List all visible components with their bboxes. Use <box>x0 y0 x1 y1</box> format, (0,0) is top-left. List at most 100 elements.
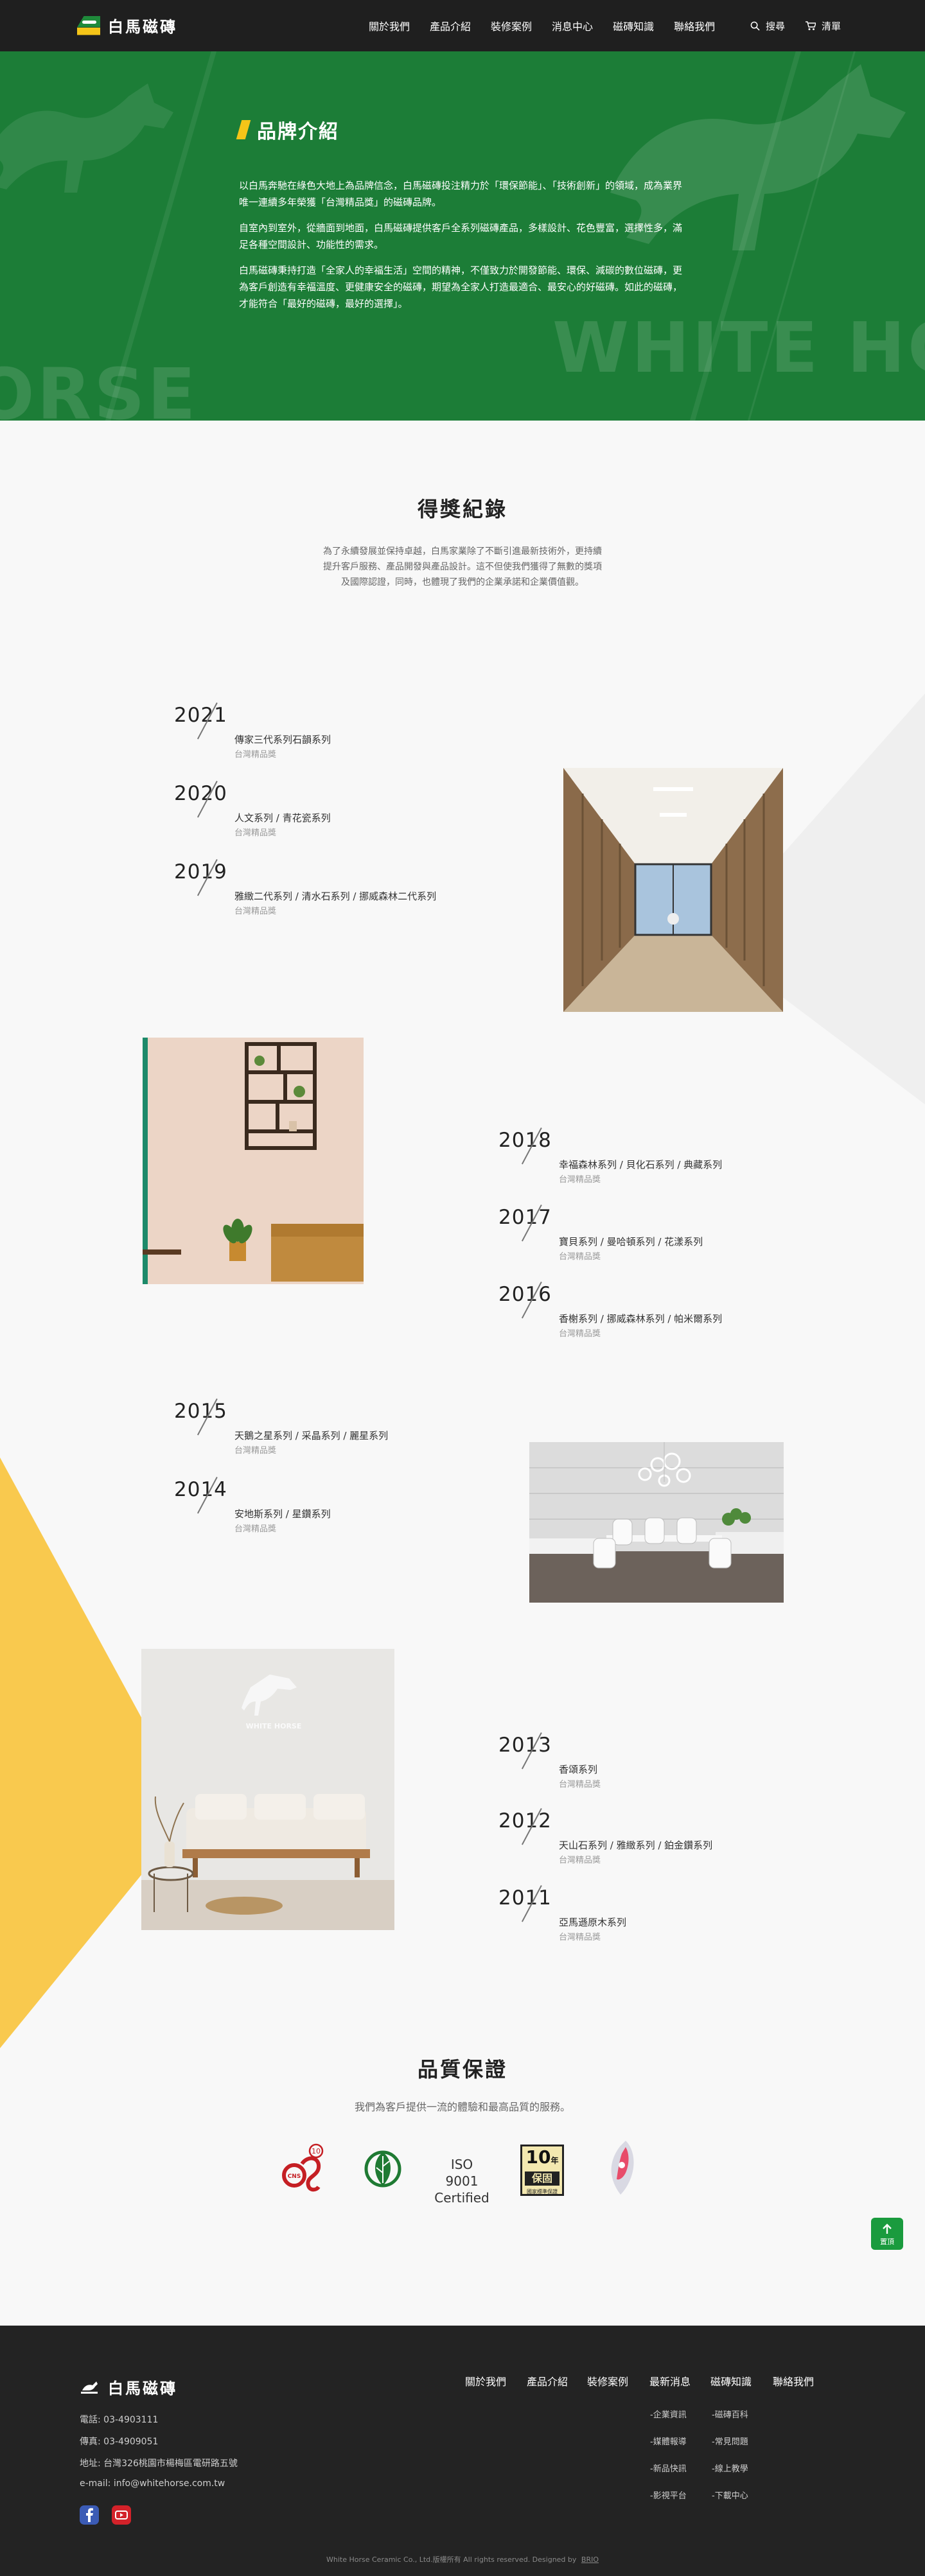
year-series: 香榭系列 / 挪威森林系列 / 帕米爾系列 <box>559 1313 723 1325</box>
footer-link-download[interactable]: -下載中心 <box>712 2489 748 2501</box>
photo-corridor <box>563 768 783 1012</box>
year-number: 2014 <box>174 1478 227 1501</box>
year-number: 2013 <box>498 1734 552 1757</box>
main-nav: 關於我們 產品介紹 裝修案例 消息中心 磁磚知識 聯絡我們 <box>369 0 715 51</box>
nav-cases[interactable]: 裝修案例 <box>491 18 532 33</box>
heading-accent <box>236 120 251 139</box>
award-year-2019: 2019 雅緻二代系列 / 清水石系列 / 挪威森林二代系列 台灣精品獎 <box>174 859 508 918</box>
footer-link-media[interactable]: -媒體報導 <box>650 2435 687 2447</box>
footer-nav-about[interactable]: 關於我們 <box>465 2373 506 2389</box>
footer-phone: 電話: 03-4903111 <box>80 2415 159 2425</box>
footer-nav-cases[interactable]: 裝修案例 <box>587 2373 628 2389</box>
award-year-2016: 2016 香榭系列 / 挪威森林系列 / 帕米爾系列 台灣精品獎 <box>498 1282 833 1341</box>
horse-logo-icon <box>81 2381 98 2394</box>
award-year-2012: 2012 天山石系列 / 雅緻系列 / 鉑金鑽系列 台灣精品獎 <box>498 1808 833 1867</box>
photo-dining-room <box>529 1442 784 1603</box>
footer-nav-contact[interactable]: 聯絡我們 <box>773 2373 814 2389</box>
footer-link-encyclopedia[interactable]: -磁磚百科 <box>712 2408 748 2420</box>
footer-nav-knowledge[interactable]: 磁磚知識 <box>710 2373 752 2389</box>
iso-certified-badge: ISO 9001 Certified <box>433 2156 491 2206</box>
year-number: 2019 <box>174 860 227 883</box>
footer-link-faq[interactable]: -常見問題 <box>712 2435 748 2447</box>
footer-nav-products[interactable]: 產品介紹 <box>527 2373 568 2389</box>
year-series: 天山石系列 / 雅緻系列 / 鉑金鑽系列 <box>559 1840 713 1851</box>
footer-logo[interactable]: 白馬磁磚 <box>80 2376 177 2398</box>
cart-label: 清單 <box>822 20 841 32</box>
year-number: 2021 <box>174 704 227 727</box>
iso-line-2: Certified <box>434 2190 489 2206</box>
award-year-2014: 2014 安地斯系列 / 星鑽系列 台灣精品獎 <box>174 1477 508 1536</box>
ten-year-warranty-badge: 10年 保固 國家標準保證 <box>520 2145 564 2196</box>
warranty-number: 10 <box>525 2146 551 2168</box>
nav-products[interactable]: 產品介紹 <box>430 18 471 33</box>
year-number: 2016 <box>498 1283 552 1306</box>
year-series: 幸福森林系列 / 貝化石系列 / 典藏系列 <box>559 1159 723 1171</box>
photo-living-room: WHITE HORSE <box>141 1649 394 1930</box>
search-button[interactable]: 搜尋 <box>750 19 785 33</box>
horse-logo-icon <box>77 15 100 35</box>
site-footer: 白馬磁磚 電話: 03-4903111 傳真: 03-4909051 地址: 台… <box>0 2326 925 2576</box>
awards-title: 得獎紀錄 <box>417 497 507 521</box>
footer-link-company[interactable]: -企業資訊 <box>650 2408 687 2420</box>
year-award-label: 台灣精品獎 <box>234 907 277 916</box>
hero-paragraph: 白馬磁磚秉持打造「全家人的幸福生活」空間的精神，不僅致力於開發節能、環保、減碳的… <box>239 265 683 309</box>
footer-link-tutorial[interactable]: -線上教學 <box>712 2462 748 2474</box>
header-tools: 搜尋 清單 <box>750 0 841 51</box>
quality-subtitle: 我們為客戶提供一流的體驗和最高品質的服務。 <box>354 2101 570 2113</box>
search-icon <box>750 21 760 31</box>
cart-icon <box>806 21 816 30</box>
year-award-label: 台灣精品獎 <box>234 1446 277 1456</box>
cns-mark-text: CNS <box>288 2173 301 2180</box>
cns-mark-icon: 10 CNS <box>282 2143 324 2192</box>
youtube-icon[interactable] <box>112 2505 131 2525</box>
nav-contact[interactable]: 聯絡我們 <box>674 18 715 33</box>
year-number: 2018 <box>498 1129 552 1152</box>
warranty-main: 保固 <box>525 2171 559 2186</box>
warranty-year-char: 年 <box>551 2156 559 2165</box>
nav-knowledge[interactable]: 磁磚知識 <box>613 18 654 33</box>
hero-paragraph: 自室內到室外，從牆面到地面，白馬磁磚提供客戶全系列磁磚產品，多樣設計、花色豐富，… <box>239 222 683 250</box>
warranty-sub: 國家標準保證 <box>527 2189 558 2195</box>
nav-about[interactable]: 關於我們 <box>369 18 410 33</box>
footer-link-new-products[interactable]: -新品快訊 <box>650 2462 687 2474</box>
back-to-top-label: 置頂 <box>880 2238 894 2246</box>
year-number: 2011 <box>498 1886 552 1910</box>
cns-badge-number: 10 <box>312 2147 321 2155</box>
year-award-label: 台灣精品獎 <box>559 1329 601 1339</box>
year-award-label: 台灣精品獎 <box>234 828 277 838</box>
year-award-label: 台灣精品獎 <box>559 1780 601 1789</box>
footer-nav-news[interactable]: 最新消息 <box>649 2373 691 2389</box>
year-series: 雅緻二代系列 / 清水石系列 / 挪威森林二代系列 <box>234 891 437 902</box>
year-series: 香頌系列 <box>559 1764 598 1775</box>
year-series: 寶貝系列 / 曼哈頓系列 / 花漾系列 <box>559 1236 703 1248</box>
award-year-2018: 2018 幸福森林系列 / 貝化石系列 / 典藏系列 台灣精品獎 <box>498 1127 833 1187</box>
horse-watermark-left-icon <box>0 83 173 193</box>
facebook-icon[interactable] <box>80 2505 99 2525</box>
award-year-2013: 2013 香頌系列 台灣精品獎 <box>498 1732 833 1791</box>
quality-title: 品質保證 <box>417 2057 507 2082</box>
brand-logo[interactable]: 白馬磁磚 <box>77 14 177 37</box>
copyright: White Horse Ceramic Co., Ltd.版權所有 All ri… <box>0 2554 925 2564</box>
year-award-label: 台灣精品獎 <box>234 1524 277 1534</box>
iso-line-1: ISO 9001 <box>445 2157 479 2189</box>
year-number: 2012 <box>498 1809 552 1832</box>
award-year-2017: 2017 寶貝系列 / 曼哈頓系列 / 花漾系列 台灣精品獎 <box>498 1205 833 1264</box>
hero-paragraph: 以白馬奔馳在綠色大地上為品牌信念，白馬磁磚投注精力於「環保節能」、「技術創新」的… <box>239 180 683 208</box>
arrow-up-icon <box>883 2224 892 2234</box>
designer-link[interactable]: BRIO <box>581 2555 599 2564</box>
year-series: 安地斯系列 / 星鑽系列 <box>234 1508 331 1520</box>
back-to-top-button[interactable]: 置頂 <box>871 2218 903 2250</box>
footer-fax: 傳真: 03-4909051 <box>80 2437 159 2447</box>
footer-link-video[interactable]: -影視平台 <box>650 2489 687 2501</box>
green-mark-icon <box>364 2150 401 2188</box>
nav-news[interactable]: 消息中心 <box>552 18 593 33</box>
cart-button[interactable]: 清單 <box>806 19 841 33</box>
page-title: 品牌介紹 <box>257 121 339 143</box>
year-award-label: 台灣精品獎 <box>559 1933 601 1942</box>
footer-email[interactable]: e-mail: info@whitehorse.com.tw <box>80 2478 225 2489</box>
brand-intro-hero: ORSE WHITE HORSE 品牌介紹 以白馬奔馳在綠色大地上為品牌信念，白… <box>0 51 925 421</box>
footer-address: 地址: 台灣326桃園市楊梅區電研路五號 <box>80 2459 238 2469</box>
footer-brand: 白馬磁磚 <box>108 2380 177 2398</box>
year-series: 亞馬遜原木系列 <box>559 1917 627 1928</box>
year-series: 天鵝之星系列 / 采晶系列 / 麗星系列 <box>234 1430 389 1441</box>
